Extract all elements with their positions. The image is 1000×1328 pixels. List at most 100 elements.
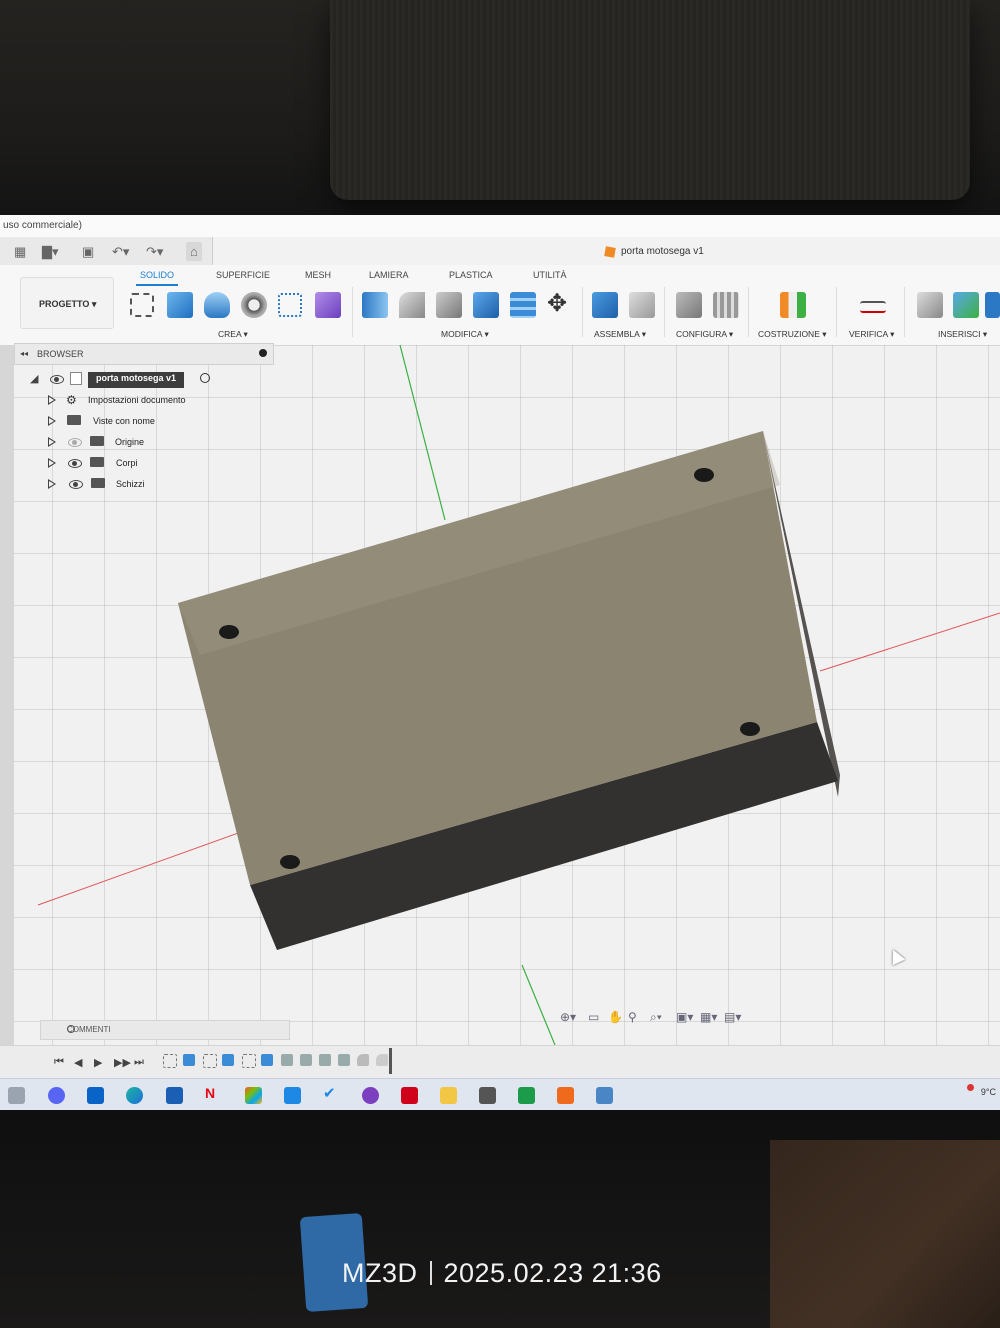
file-icon[interactable]: ▇▾: [42, 244, 59, 260]
grid-settings-icon[interactable]: ▦▾: [700, 1010, 717, 1024]
todo-icon[interactable]: ✔: [323, 1084, 340, 1102]
move-icon[interactable]: ✥: [547, 289, 573, 317]
tree-root[interactable]: ◢ porta motosega v1: [30, 371, 230, 389]
press-pull-icon[interactable]: [362, 292, 388, 318]
document-tab[interactable]: porta motosega v1: [212, 237, 1000, 267]
file-explorer-icon[interactable]: [440, 1087, 457, 1104]
expand-icon[interactable]: [48, 479, 56, 489]
timeline-hole-icon[interactable]: [319, 1054, 331, 1066]
store-icon[interactable]: [166, 1087, 183, 1104]
edge-icon[interactable]: [126, 1087, 143, 1104]
remote-icon[interactable]: [284, 1087, 301, 1104]
tree-item-viste[interactable]: Viste con nome: [48, 413, 248, 431]
extrude-icon[interactable]: [167, 292, 193, 318]
weather-temperature[interactable]: 9°C: [981, 1087, 996, 1097]
activate-radio-icon[interactable]: [200, 373, 210, 383]
group-assembla[interactable]: ASSEMBLA ▾: [594, 329, 646, 340]
timeline-marker[interactable]: [389, 1048, 392, 1074]
hole-icon[interactable]: [241, 292, 267, 318]
split-body-icon[interactable]: [510, 292, 536, 318]
netflix-icon[interactable]: N: [205, 1085, 222, 1102]
discord-icon[interactable]: [48, 1087, 65, 1104]
new-component-icon[interactable]: [592, 292, 618, 318]
timeline-extrude-icon[interactable]: [183, 1054, 195, 1066]
autodesk-icon[interactable]: [401, 1087, 418, 1104]
timeline-extrude-icon[interactable]: [222, 1054, 234, 1066]
visibility-icon[interactable]: [69, 480, 83, 489]
tab-plastica[interactable]: PLASTICA: [449, 270, 493, 280]
project-button[interactable]: PROGETTO ▾: [20, 277, 114, 329]
group-inserisci[interactable]: INSERISCI ▾: [938, 329, 987, 340]
copilot-icon[interactable]: [362, 1087, 379, 1104]
browser-header[interactable]: ◂◂ BROWSER: [14, 343, 274, 365]
visibility-icon[interactable]: [68, 459, 82, 468]
form-icon[interactable]: [315, 292, 341, 318]
tree-item-corpi[interactable]: Corpi: [48, 455, 248, 473]
timeline-sketch-icon[interactable]: [203, 1054, 217, 1068]
comments-toggle-icon[interactable]: [67, 1025, 75, 1033]
combine-icon[interactable]: [473, 292, 499, 318]
tab-superficie[interactable]: SUPERFICIE: [216, 270, 270, 280]
game-icon[interactable]: [479, 1087, 496, 1104]
photos-icon[interactable]: [245, 1087, 262, 1104]
timeline-hole-icon[interactable]: [338, 1054, 350, 1066]
timeline-hole-icon[interactable]: [300, 1054, 312, 1066]
expand-icon[interactable]: [48, 458, 56, 468]
timeline-hole-icon[interactable]: [281, 1054, 293, 1066]
insert-canvas-icon[interactable]: [985, 292, 1000, 318]
save-icon[interactable]: ▣: [82, 244, 94, 260]
parameters-icon[interactable]: [676, 292, 702, 318]
expand-icon[interactable]: [48, 437, 56, 447]
tab-mesh[interactable]: MESH: [305, 270, 331, 280]
configuration-table-icon[interactable]: [713, 292, 739, 318]
tree-item-schizzi[interactable]: Schizzi: [48, 476, 248, 494]
widgets-icon[interactable]: [8, 1087, 25, 1104]
group-verifica[interactable]: VERIFICA ▾: [849, 329, 894, 340]
group-modifica[interactable]: MODIFICA ▾: [441, 329, 489, 340]
timeline-sketch-icon[interactable]: [242, 1054, 256, 1068]
timeline-end-icon[interactable]: ⏭: [134, 1056, 144, 1069]
tab-utilita[interactable]: UTILITÀ: [533, 270, 567, 280]
group-configura[interactable]: CONFIGURA ▾: [676, 329, 733, 340]
grid-menu-icon[interactable]: ▦: [14, 244, 26, 260]
insert-component-icon[interactable]: [953, 292, 979, 318]
orbit-icon[interactable]: ⊕▾: [560, 1010, 576, 1024]
timeline-sketch-icon[interactable]: [163, 1054, 177, 1068]
fillet-icon[interactable]: [399, 292, 425, 318]
timeline-start-icon[interactable]: ⏮: [54, 1056, 64, 1069]
collapse-icon[interactable]: ◂◂: [20, 349, 28, 358]
excel-icon[interactable]: [518, 1087, 535, 1104]
joint-icon[interactable]: [629, 292, 655, 318]
insert-derive-icon[interactable]: [917, 292, 943, 318]
visibility-icon[interactable]: [50, 375, 64, 384]
expand-icon[interactable]: [48, 416, 56, 426]
construction-plane-icon[interactable]: [780, 292, 806, 318]
minimize-icon[interactable]: [259, 349, 267, 357]
tab-lamiera[interactable]: LAMIERA: [369, 270, 409, 280]
undo-icon[interactable]: ↶▾: [112, 244, 129, 260]
timeline-play-icon[interactable]: ▶: [94, 1056, 102, 1069]
timeline-extrude-icon[interactable]: [261, 1054, 273, 1066]
calculator-icon[interactable]: [596, 1087, 613, 1104]
visibility-hidden-icon[interactable]: [68, 438, 82, 447]
display-settings-icon[interactable]: ▣▾: [676, 1010, 693, 1024]
revolve-icon[interactable]: [204, 292, 230, 318]
group-crea[interactable]: CREA ▾: [218, 329, 248, 340]
tree-item-impostazioni[interactable]: ⚙ Impostazioni documento: [48, 392, 248, 410]
group-costruzione[interactable]: COSTRUZIONE ▾: [758, 329, 827, 340]
pattern-icon[interactable]: [278, 293, 302, 317]
timeline-fillet-icon[interactable]: [357, 1054, 369, 1066]
measure-icon[interactable]: [860, 301, 886, 313]
timeline-prev-icon[interactable]: ◀: [74, 1056, 82, 1069]
comments-panel[interactable]: COMMENTI: [40, 1020, 290, 1040]
timeline-next-icon[interactable]: ▶▶: [114, 1056, 131, 1069]
outlook-icon[interactable]: [87, 1087, 104, 1104]
zoom-icon[interactable]: ⚲: [628, 1010, 637, 1024]
expand-icon[interactable]: [48, 395, 56, 405]
tab-solido[interactable]: SOLIDO: [135, 270, 179, 286]
zoom-window-icon[interactable]: ⌕▾: [650, 1010, 662, 1025]
home-icon[interactable]: ⌂: [186, 242, 202, 261]
create-sketch-icon[interactable]: [130, 293, 154, 317]
tree-item-origine[interactable]: Origine: [48, 434, 248, 452]
look-at-icon[interactable]: ▭: [588, 1010, 599, 1024]
